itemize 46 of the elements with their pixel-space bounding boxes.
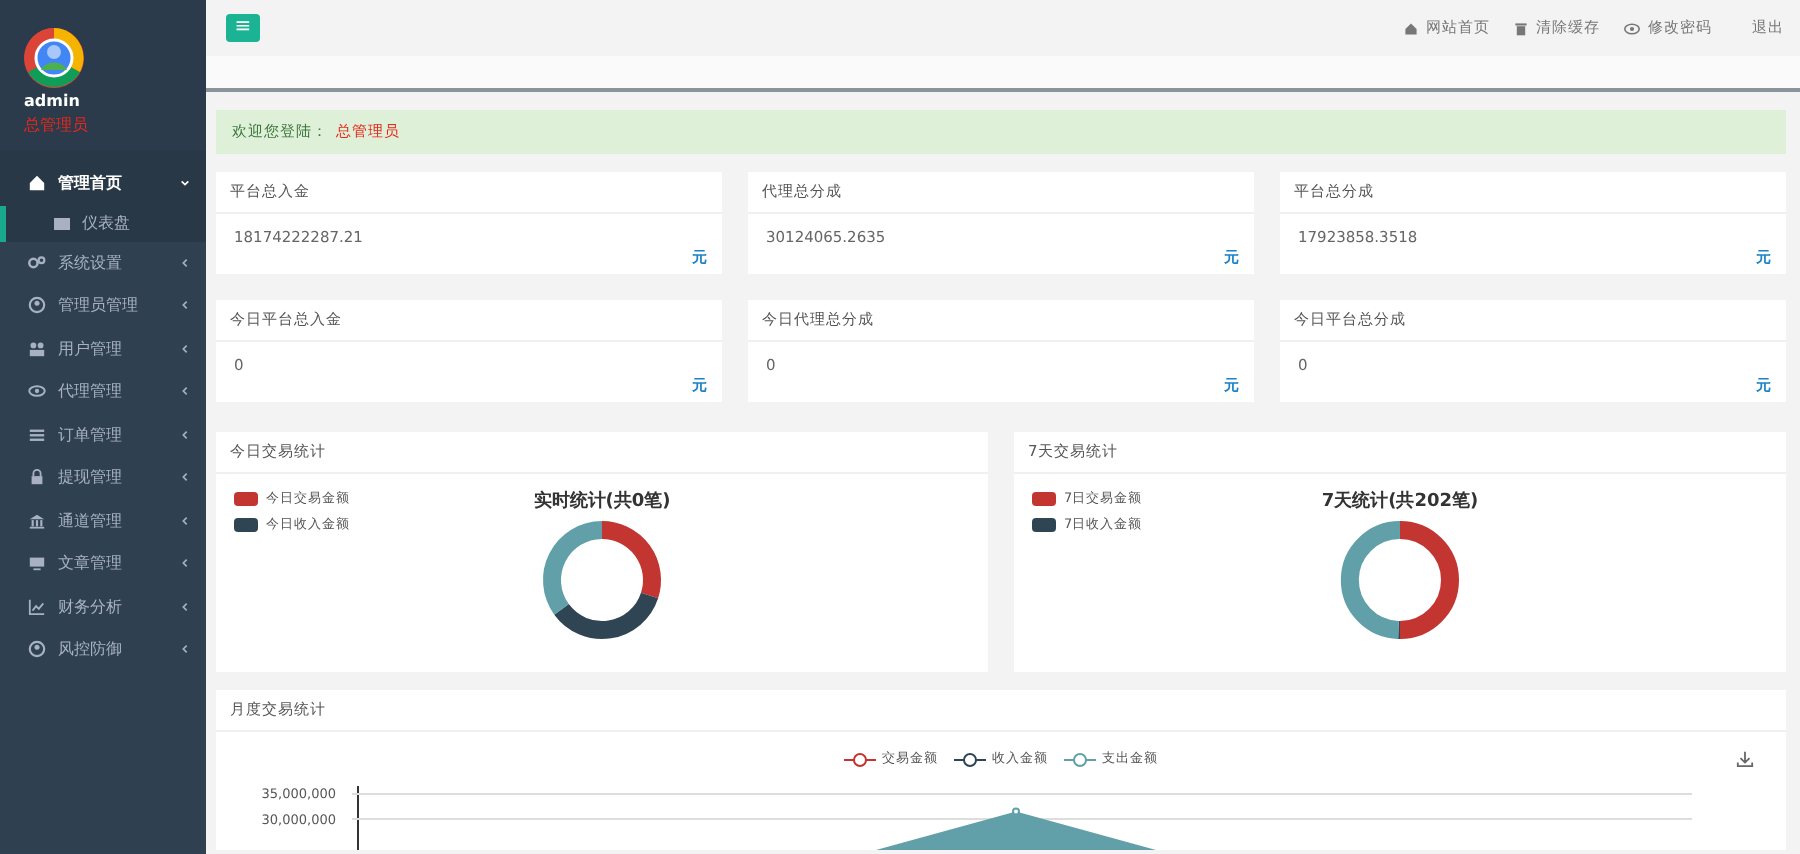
bank-icon xyxy=(28,511,46,530)
chevron-left-icon xyxy=(180,472,190,483)
chevron-left-icon xyxy=(180,343,190,354)
menu-item[interactable]: 风控防御 xyxy=(0,628,206,671)
list-icon xyxy=(28,425,46,444)
menu-item[interactable]: 提现管理 xyxy=(0,456,206,499)
chevron-left-icon xyxy=(180,558,190,569)
menu-item[interactable]: 文章管理 xyxy=(0,542,206,585)
gear-icon xyxy=(28,253,46,272)
lock-icon xyxy=(28,468,46,487)
chart-title: 7天统计(共202笔) xyxy=(1321,488,1479,514)
chevron-left-icon xyxy=(180,429,190,440)
home-icon xyxy=(28,174,46,193)
chevron-left-icon xyxy=(180,257,190,268)
chevron-down-icon xyxy=(180,178,190,189)
submenu-item[interactable]: 仪表盘 xyxy=(6,205,206,241)
user-role: 总管理员 xyxy=(24,114,90,136)
download-icon[interactable] xyxy=(1736,750,1754,768)
eye-icon xyxy=(28,382,46,401)
menu-item[interactable]: 系统设置 xyxy=(0,241,206,284)
chevron-left-icon xyxy=(180,300,190,311)
menu-item[interactable]: 代理管理 xyxy=(0,370,206,413)
menu-item[interactable]: 管理员管理 xyxy=(0,284,206,327)
home-icon xyxy=(1404,21,1418,35)
users-icon xyxy=(28,339,46,358)
chart-icon xyxy=(28,597,46,616)
trash-icon xyxy=(1514,21,1528,35)
chart-title: 实时统计(共0笔) xyxy=(533,488,671,514)
eye-icon xyxy=(1624,21,1640,35)
user-name: admin xyxy=(24,92,82,110)
chevron-left-icon xyxy=(180,601,190,612)
menu-item[interactable]: 财务分析 xyxy=(0,585,206,628)
menu-item[interactable]: 用户管理 xyxy=(0,327,206,370)
table-icon xyxy=(54,217,70,229)
monitor-icon xyxy=(28,554,46,573)
chevron-left-icon xyxy=(180,644,190,655)
menu-button[interactable]: ≡ xyxy=(226,14,260,42)
chevron-left-icon xyxy=(180,515,190,526)
menu-item[interactable]: 订单管理 xyxy=(0,413,206,456)
user-circle-icon xyxy=(28,640,46,659)
donut-chart-drawing xyxy=(1338,518,1462,642)
donut-chart-drawing xyxy=(540,518,664,642)
chevron-left-icon xyxy=(180,386,190,397)
user-circle-icon xyxy=(28,296,46,315)
avatar xyxy=(24,28,84,88)
menu-item[interactable]: 通道管理 xyxy=(0,499,206,542)
